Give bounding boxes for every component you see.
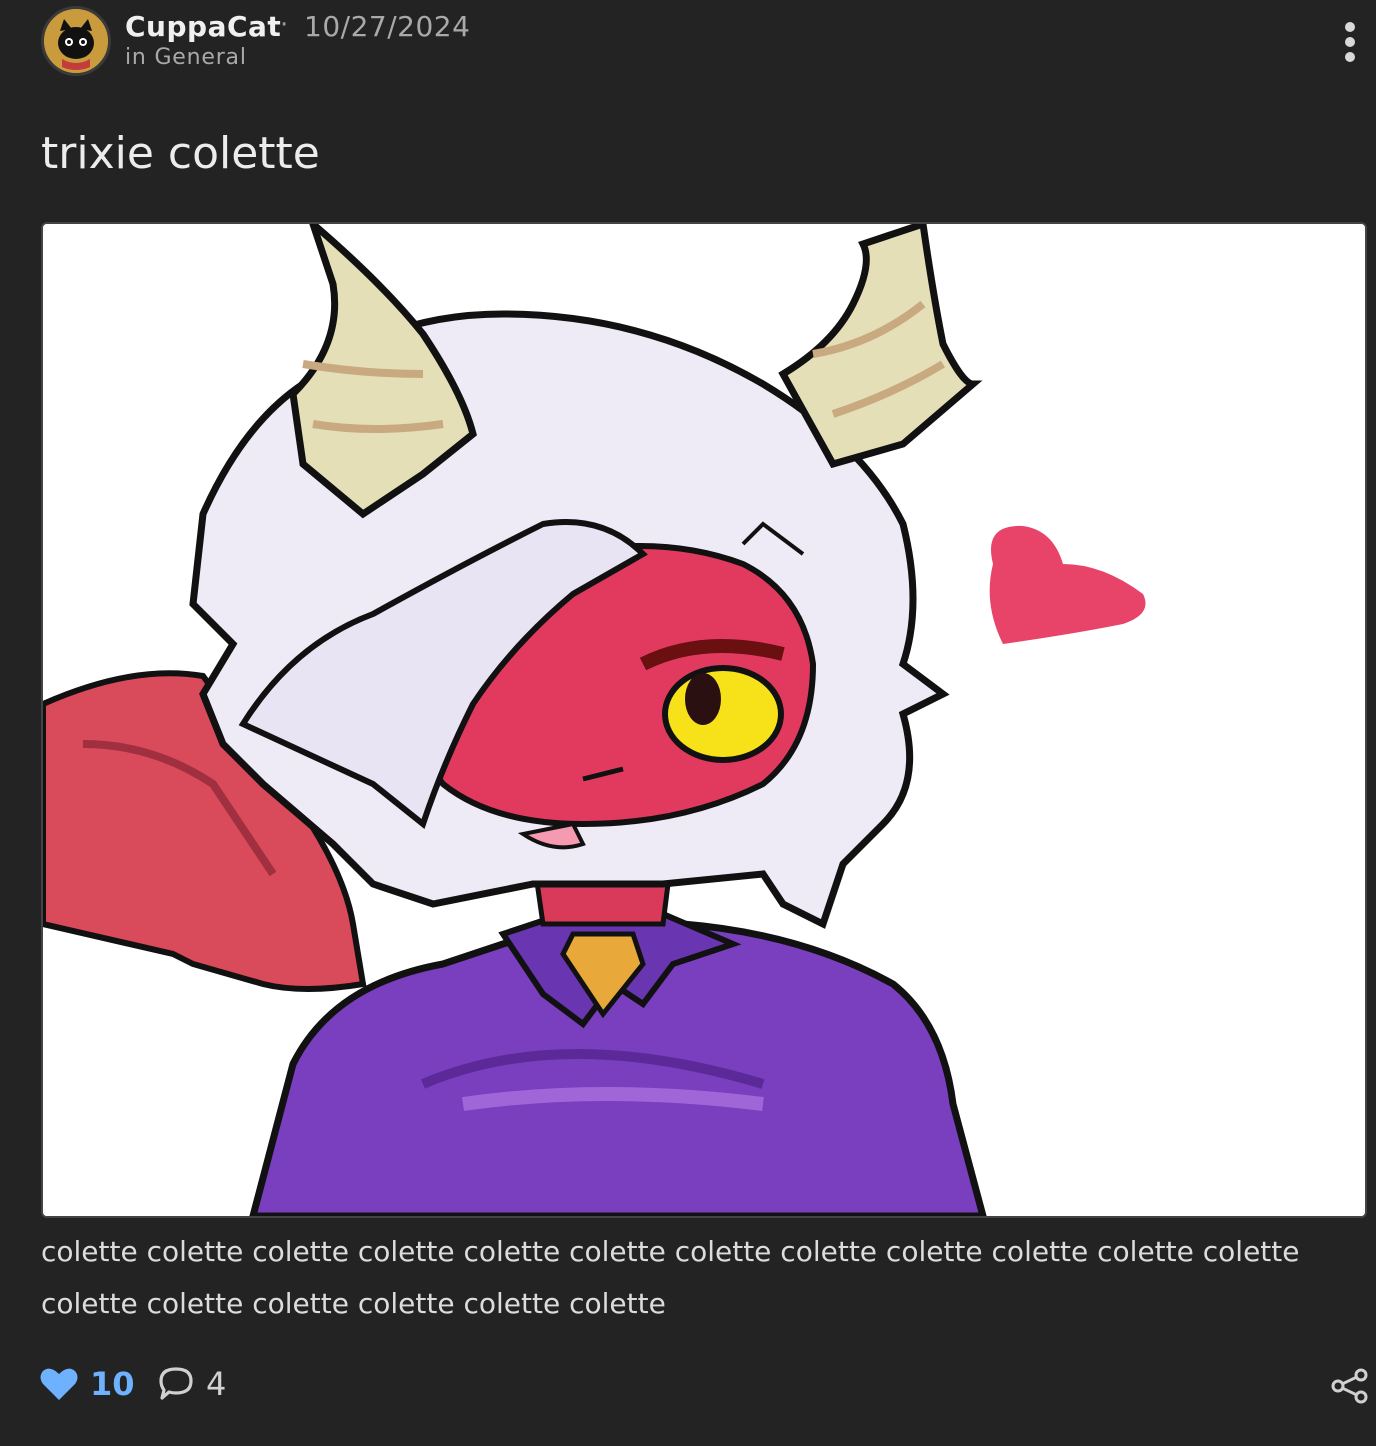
black-cat-avatar-icon — [44, 9, 108, 73]
heart-icon — [40, 1368, 78, 1400]
more-vertical-icon — [1345, 22, 1355, 62]
post-date: 10/27/2024 — [304, 10, 471, 43]
meta-separator: · — [280, 10, 289, 40]
comment-count: 4 — [206, 1365, 227, 1403]
comment-bubble-icon — [159, 1367, 193, 1400]
post-image[interactable] — [41, 222, 1367, 1218]
author-avatar[interactable] — [41, 6, 111, 76]
like-count: 10 — [90, 1365, 135, 1403]
post-channel[interactable]: in General — [125, 45, 247, 70]
post-title: trixie colette — [41, 128, 320, 179]
comment-button[interactable]: 4 — [158, 1362, 226, 1406]
post-card: CuppaCat · 10/27/2024 in General trixie … — [0, 0, 1376, 1446]
share-button[interactable] — [1330, 1366, 1370, 1406]
share-icon — [1331, 1368, 1368, 1404]
more-options-button[interactable] — [1332, 18, 1368, 66]
author-name[interactable]: CuppaCat — [125, 10, 281, 43]
like-button[interactable]: 10 — [40, 1362, 135, 1406]
character-illustration — [43, 224, 1365, 1216]
post-body: colette colette colette colette colette … — [41, 1235, 1300, 1320]
